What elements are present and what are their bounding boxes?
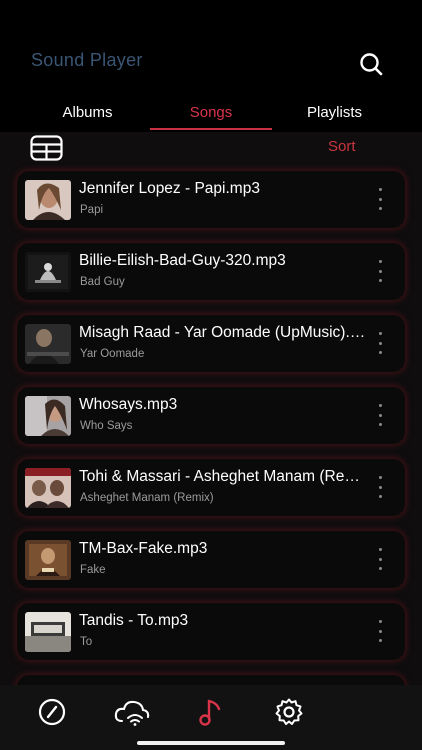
song-title: Whosays.mp3: [79, 396, 178, 413]
song-row[interactable]: Tohi & Massari - Asheghet Manam (Remix).…: [17, 459, 405, 516]
song-album: To: [80, 636, 93, 648]
home-indicator: [137, 741, 285, 745]
tab-bar: Albums Songs Playlists: [0, 100, 422, 132]
compass-icon: [38, 698, 66, 726]
app-title: Sound Player: [31, 50, 143, 70]
nav-settings-button[interactable]: [269, 694, 309, 730]
album-art: [25, 540, 71, 580]
album-art: [25, 396, 71, 436]
song-album: Asheghet Manam (Remix): [80, 492, 214, 504]
more-options-button[interactable]: [373, 404, 387, 426]
nav-music-button[interactable]: [190, 694, 230, 730]
song-title: Tohi & Massari - Asheghet Manam (Remix).…: [79, 468, 367, 485]
song-title: TM-Bax-Fake.mp3: [79, 540, 208, 557]
album-art: [25, 612, 71, 652]
sort-button[interactable]: Sort: [328, 138, 356, 155]
song-row[interactable]: Whosays.mp3 Who Says: [17, 387, 405, 444]
nav-online-button[interactable]: [112, 694, 152, 730]
more-options-button[interactable]: [373, 620, 387, 642]
song-row[interactable]: Billie-Eilish-Bad-Guy-320.mp3 Bad Guy: [17, 243, 405, 300]
search-icon: [360, 53, 383, 76]
song-album: Who Says: [80, 420, 133, 432]
songs-list-panel: Sort Jennifer Lopez - Papi.mp3 Papi Bill…: [0, 132, 422, 685]
song-album: Yar Oomade: [80, 348, 145, 360]
app-screen: Sound Player Albums Songs Playlists Sort: [0, 0, 422, 750]
song-title: Misagh Raad - Yar Oomade (UpMusic).mp3: [79, 324, 367, 341]
song-row[interactable]: TM-Bax-Fake.mp3 Fake: [17, 531, 405, 588]
album-art: [25, 180, 71, 220]
album-art: [25, 252, 71, 292]
song-row-partial[interactable]: [17, 675, 405, 685]
grid-view-button[interactable]: [30, 135, 63, 161]
song-album: Papi: [80, 204, 104, 216]
song-album: Bad Guy: [80, 276, 125, 288]
song-title: Billie-Eilish-Bad-Guy-320.mp3: [79, 252, 286, 269]
song-album: Fake: [80, 564, 106, 576]
music-note-icon: [199, 699, 221, 726]
song-row[interactable]: Jennifer Lopez - Papi.mp3 Papi: [17, 171, 405, 228]
song-row[interactable]: Misagh Raad - Yar Oomade (UpMusic).mp3 Y…: [17, 315, 405, 372]
search-button[interactable]: [356, 49, 386, 79]
song-title: Tandis - To.mp3: [79, 612, 189, 629]
more-options-button[interactable]: [373, 476, 387, 498]
song-row[interactable]: Tandis - To.mp3 To: [17, 603, 405, 660]
header: Sound Player Albums Songs Playlists: [0, 0, 422, 132]
nav-discover-button[interactable]: [32, 694, 72, 730]
more-options-button[interactable]: [373, 332, 387, 354]
more-options-button[interactable]: [373, 548, 387, 570]
more-options-button[interactable]: [373, 260, 387, 282]
active-tab-indicator: [150, 128, 272, 130]
tab-songs[interactable]: Songs: [150, 104, 272, 121]
song-title: Jennifer Lopez - Papi.mp3: [79, 180, 260, 197]
more-options-button[interactable]: [373, 188, 387, 210]
grid-view-icon: [30, 135, 63, 161]
album-art: [25, 324, 71, 364]
settings-gear-icon: [275, 698, 303, 725]
album-art: [25, 468, 71, 508]
cloud-wifi-icon: [114, 700, 150, 726]
tab-playlists[interactable]: Playlists: [277, 104, 392, 121]
tab-albums[interactable]: Albums: [30, 104, 145, 121]
